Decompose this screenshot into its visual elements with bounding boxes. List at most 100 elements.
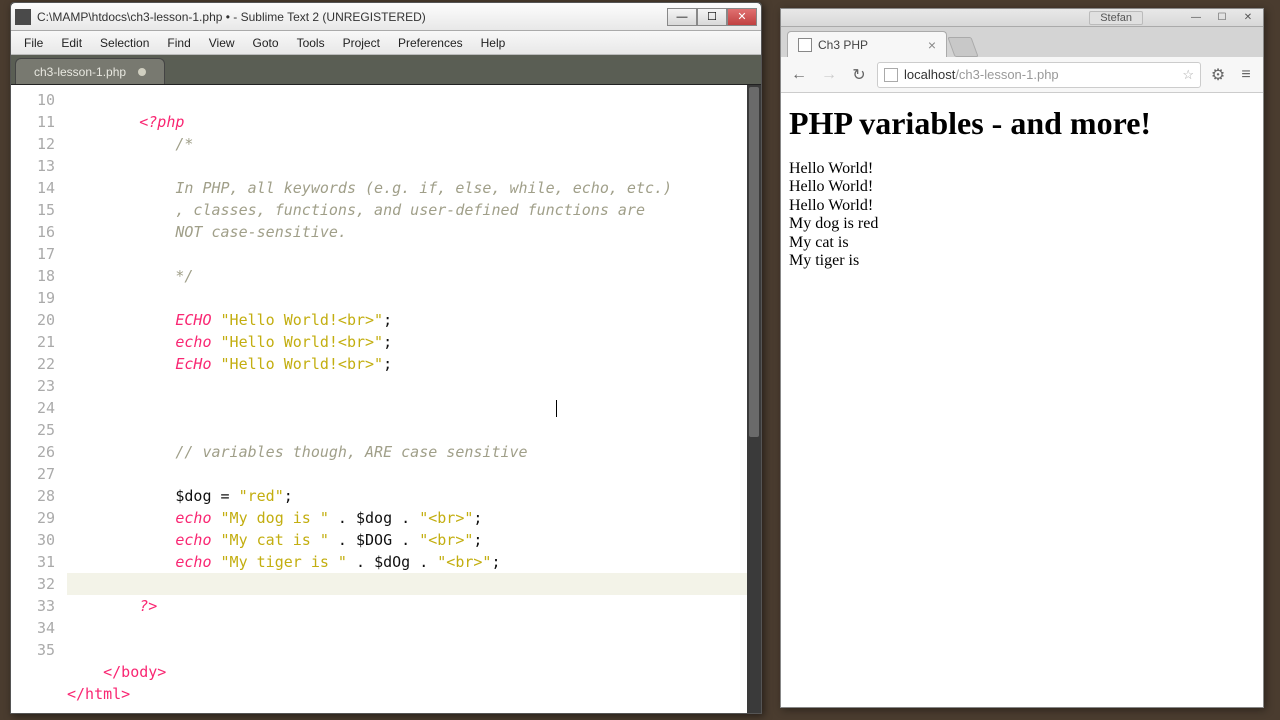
- back-button[interactable]: ←: [787, 63, 811, 87]
- sublime-text-window: C:\MAMP\htdocs\ch3-lesson-1.php • - Subl…: [10, 2, 762, 714]
- page-heading: PHP variables - and more!: [789, 105, 1255, 142]
- scroll-thumb[interactable]: [749, 87, 759, 437]
- output-line: My cat is: [789, 234, 1255, 252]
- reload-button[interactable]: ↻: [847, 63, 871, 87]
- line-number: 29: [11, 507, 55, 529]
- menu-goto[interactable]: Goto: [244, 34, 288, 52]
- code-line[interactable]: EcHo "Hello World!<br>";: [67, 353, 761, 375]
- line-number: 31: [11, 551, 55, 573]
- favicon: [798, 38, 812, 52]
- sublime-titlebar[interactable]: C:\MAMP\htdocs\ch3-lesson-1.php • - Subl…: [11, 3, 761, 31]
- chrome-minimize-button[interactable]: —: [1183, 11, 1209, 25]
- code-line[interactable]: [67, 89, 761, 111]
- line-number: 20: [11, 309, 55, 331]
- line-number: 10: [11, 89, 55, 111]
- menu-edit[interactable]: Edit: [52, 34, 91, 52]
- output-line: Hello World!: [789, 160, 1255, 178]
- line-number: 22: [11, 353, 55, 375]
- output-line: My tiger is: [789, 252, 1255, 270]
- sublime-app-icon: [15, 9, 31, 25]
- line-number: 12: [11, 133, 55, 155]
- line-number: 30: [11, 529, 55, 551]
- line-number: 18: [11, 265, 55, 287]
- code-line[interactable]: [67, 573, 761, 595]
- minimize-button[interactable]: —: [667, 8, 697, 26]
- code-line[interactable]: [67, 375, 761, 397]
- code-text-area[interactable]: <?php /* In PHP, all keywords (e.g. if, …: [67, 85, 761, 713]
- code-line[interactable]: </html>: [67, 683, 761, 705]
- menu-preferences[interactable]: Preferences: [389, 34, 472, 52]
- code-line[interactable]: [67, 463, 761, 485]
- tab-close-icon[interactable]: ×: [928, 37, 936, 53]
- line-number: 26: [11, 441, 55, 463]
- code-line[interactable]: /*: [67, 133, 761, 155]
- code-line[interactable]: echo "My tiger is " . $dOg . "<br>";: [67, 551, 761, 573]
- code-line[interactable]: echo "Hello World!<br>";: [67, 331, 761, 353]
- code-line[interactable]: echo "My dog is " . $dog . "<br>";: [67, 507, 761, 529]
- browser-tab[interactable]: Ch3 PHP ×: [787, 31, 947, 57]
- tab-dirty-indicator[interactable]: [138, 68, 146, 76]
- address-bar[interactable]: localhost/ch3-lesson-1.php ☆: [877, 62, 1201, 88]
- menu-help[interactable]: Help: [472, 34, 515, 52]
- menu-selection[interactable]: Selection: [91, 34, 158, 52]
- chrome-maximize-button[interactable]: ☐: [1209, 11, 1235, 25]
- code-line[interactable]: NOT case-sensitive.: [67, 221, 761, 243]
- chrome-close-button[interactable]: ✕: [1235, 11, 1261, 25]
- code-line[interactable]: echo "My cat is " . $DOG . "<br>";: [67, 529, 761, 551]
- editor-tab-label: ch3-lesson-1.php: [34, 65, 126, 79]
- line-number: 33: [11, 595, 55, 617]
- browser-tab-title: Ch3 PHP: [818, 38, 922, 52]
- line-number: 35: [11, 639, 55, 661]
- editor-area: 1011121314151617181920212223242526272829…: [11, 85, 761, 713]
- close-button[interactable]: ✕: [727, 8, 757, 26]
- editor-tab[interactable]: ch3-lesson-1.php: [15, 58, 165, 84]
- code-line[interactable]: */: [67, 265, 761, 287]
- url-path: /ch3-lesson-1.php: [955, 67, 1058, 82]
- menu-tools[interactable]: Tools: [288, 34, 334, 52]
- code-line[interactable]: , classes, functions, and user-defined f…: [67, 199, 761, 221]
- menu-find[interactable]: Find: [158, 34, 199, 52]
- line-number: 27: [11, 463, 55, 485]
- line-number: 16: [11, 221, 55, 243]
- chrome-user-badge[interactable]: Stefan: [1089, 11, 1143, 25]
- line-number-gutter: 1011121314151617181920212223242526272829…: [11, 85, 67, 713]
- code-line[interactable]: </body>: [67, 661, 761, 683]
- line-number: 14: [11, 177, 55, 199]
- code-line[interactable]: $dog = "red";: [67, 485, 761, 507]
- sublime-menubar: FileEditSelectionFindViewGotoToolsProjec…: [11, 31, 761, 55]
- code-line[interactable]: [67, 287, 761, 309]
- code-line[interactable]: In PHP, all keywords (e.g. if, else, whi…: [67, 177, 761, 199]
- code-line[interactable]: ECHO "Hello World!<br>";: [67, 309, 761, 331]
- code-line[interactable]: [67, 639, 761, 661]
- code-line[interactable]: [67, 617, 761, 639]
- code-line[interactable]: [67, 155, 761, 177]
- output-line: Hello World!: [789, 197, 1255, 215]
- menu-file[interactable]: File: [15, 34, 52, 52]
- menu-view[interactable]: View: [200, 34, 244, 52]
- line-number: 17: [11, 243, 55, 265]
- new-tab-button[interactable]: [947, 37, 978, 57]
- code-line[interactable]: ?>: [67, 595, 761, 617]
- url-host: localhost: [904, 67, 955, 82]
- line-number: 19: [11, 287, 55, 309]
- vertical-scrollbar[interactable]: [747, 85, 761, 713]
- forward-button[interactable]: →: [817, 63, 841, 87]
- code-line[interactable]: <?php: [67, 111, 761, 133]
- menu-project[interactable]: Project: [334, 34, 389, 52]
- code-line[interactable]: // variables though, ARE case sensitive: [67, 441, 761, 463]
- code-line[interactable]: [67, 419, 761, 441]
- line-number: 15: [11, 199, 55, 221]
- line-number: 13: [11, 155, 55, 177]
- bookmark-star-icon[interactable]: ☆: [1182, 67, 1194, 83]
- code-line[interactable]: [67, 243, 761, 265]
- code-line[interactable]: [67, 397, 761, 419]
- line-number: 11: [11, 111, 55, 133]
- chrome-titlebar[interactable]: Stefan — ☐ ✕: [781, 9, 1263, 27]
- output-line: My dog is red: [789, 215, 1255, 233]
- page-icon: [884, 68, 898, 82]
- hamburger-menu-icon[interactable]: ≡: [1235, 64, 1257, 86]
- settings-gear-icon[interactable]: ⚙: [1207, 64, 1229, 86]
- line-number: 28: [11, 485, 55, 507]
- maximize-button[interactable]: ☐: [697, 8, 727, 26]
- line-number: 25: [11, 419, 55, 441]
